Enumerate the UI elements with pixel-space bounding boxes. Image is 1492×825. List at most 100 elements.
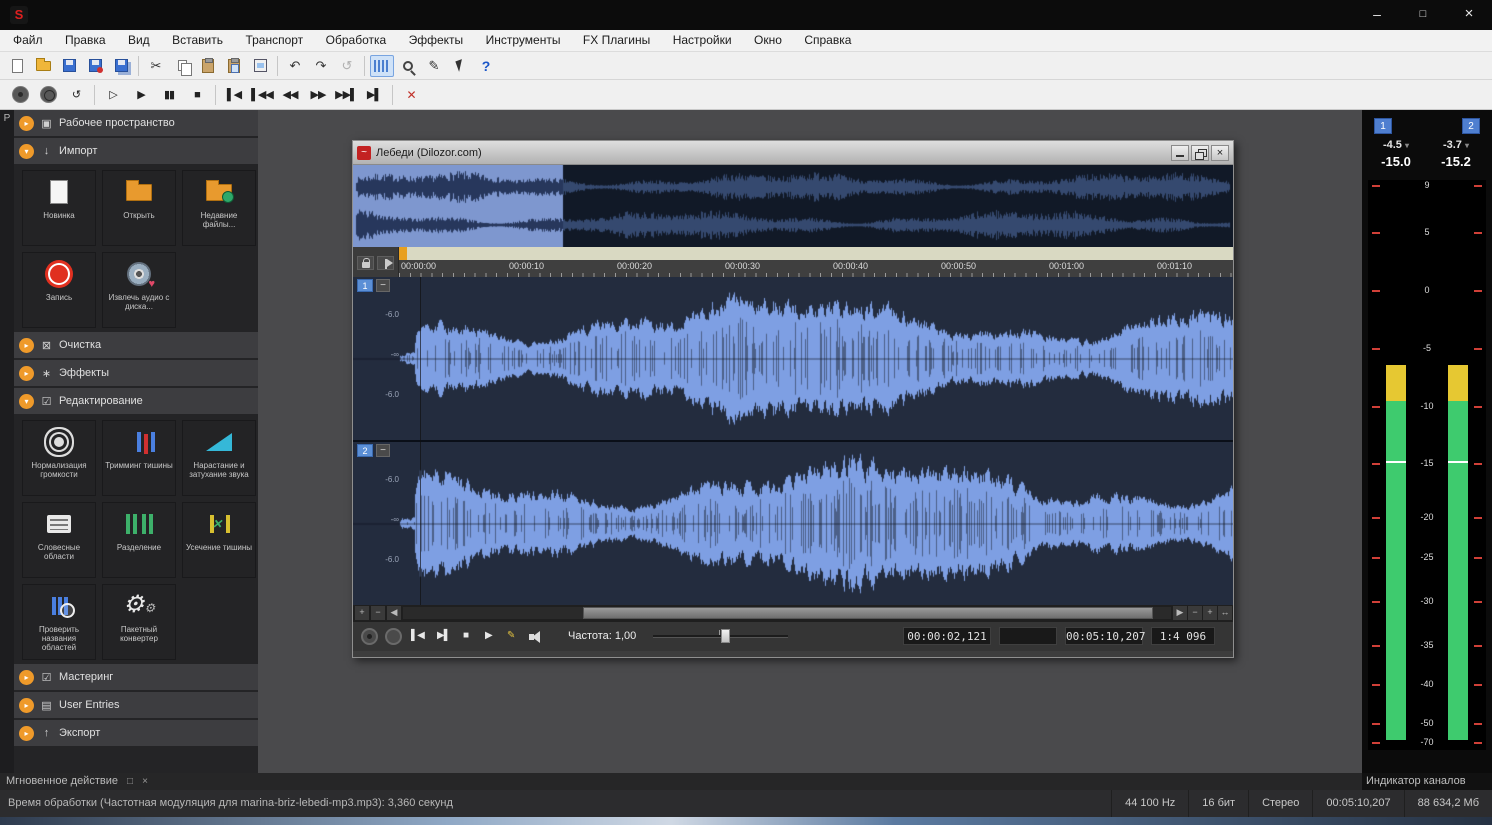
loop-playback-button[interactable]: ↺ bbox=[63, 83, 89, 107]
tile-extract-cd[interactable]: Извлечь аудио с диска... bbox=[102, 252, 176, 328]
tile-new-file[interactable]: Новинка bbox=[22, 170, 96, 246]
zoom-tool-button[interactable] bbox=[396, 55, 420, 77]
window-minimize-button[interactable]: – bbox=[1354, 0, 1400, 30]
menu-edit[interactable]: Правка bbox=[56, 30, 115, 51]
doc-go-to-start-button[interactable]: ▌◀ bbox=[411, 630, 425, 641]
document-title-bar[interactable]: ~ Лебеди (Dilozor.com) × bbox=[353, 141, 1233, 165]
doc-go-to-end-button[interactable]: ▶▌ bbox=[437, 630, 451, 641]
tile-check-region-names[interactable]: Проверить названия областей bbox=[22, 584, 96, 660]
sidebar-edge-tab[interactable]: Р bbox=[0, 110, 14, 773]
sidebar-section-import[interactable]: ▾ ↓ Импорт bbox=[14, 138, 258, 164]
menu-help[interactable]: Справка bbox=[795, 30, 860, 51]
save-as-button[interactable] bbox=[83, 55, 107, 77]
save-button[interactable] bbox=[57, 55, 81, 77]
tile-split[interactable]: Разделение bbox=[102, 502, 176, 578]
menu-transport[interactable]: Транспорт bbox=[236, 30, 312, 51]
channel2-waveform[interactable] bbox=[353, 442, 1233, 605]
meter-peak-left[interactable]: -4.5 ▾ bbox=[1370, 139, 1422, 151]
mix-paste-button[interactable] bbox=[222, 55, 246, 77]
overview-waveform[interactable] bbox=[353, 165, 1233, 247]
lock-button[interactable] bbox=[357, 256, 374, 270]
undo-button[interactable]: ↶ bbox=[283, 55, 307, 77]
sidebar-section-mastering[interactable]: ▸ ☑ Мастеринг bbox=[14, 664, 258, 690]
pane-restore-button[interactable]: □ bbox=[127, 774, 133, 790]
meter-tab-1[interactable]: 1 bbox=[1374, 118, 1392, 134]
channel1-tab[interactable]: 1 bbox=[357, 279, 373, 292]
loop-region-bar[interactable] bbox=[399, 247, 1233, 260]
doc-play-button[interactable]: ▶ bbox=[485, 630, 493, 641]
window-close-button[interactable]: × bbox=[1446, 0, 1492, 30]
channel1-minimize-button[interactable]: − bbox=[376, 279, 390, 292]
tile-recent-files[interactable]: Недавние файлы... bbox=[182, 170, 256, 246]
open-button[interactable] bbox=[31, 55, 55, 77]
redo-button[interactable]: ↷ bbox=[309, 55, 333, 77]
sidebar-section-editing[interactable]: ▾ ☑ Редактирование bbox=[14, 388, 258, 414]
rewind-button[interactable]: ◀◀ bbox=[277, 83, 303, 107]
channel2-minimize-button[interactable]: − bbox=[376, 444, 390, 457]
go-to-end-button[interactable]: ▶▌ bbox=[361, 83, 387, 107]
cut-button[interactable]: ✂ bbox=[144, 55, 168, 77]
doc-record-button[interactable] bbox=[385, 628, 402, 645]
waveform-display-button[interactable] bbox=[370, 54, 394, 77]
save-all-button[interactable] bbox=[109, 55, 133, 77]
zoom-in-button[interactable]: + bbox=[355, 606, 369, 620]
play-button[interactable]: ▶ bbox=[128, 83, 154, 107]
status-length[interactable]: 00:05:10,207 bbox=[1312, 790, 1403, 817]
play-all-button[interactable]: ▷ bbox=[100, 83, 126, 107]
cursor-time-field[interactable]: 00:00:02,121 bbox=[903, 627, 991, 645]
menu-file[interactable]: Файл bbox=[4, 30, 52, 51]
go-to-start-button[interactable]: ▌◀ bbox=[221, 83, 247, 107]
pencil-tool-button[interactable]: ✎ bbox=[422, 55, 446, 77]
zoom-in-time-button[interactable]: + bbox=[1203, 606, 1217, 620]
menu-window[interactable]: Окно bbox=[745, 30, 791, 51]
trim-button[interactable] bbox=[248, 55, 272, 77]
scrollbar-track[interactable] bbox=[403, 607, 1171, 619]
stop-button[interactable]: ■ bbox=[184, 83, 210, 107]
doc-restore-button[interactable] bbox=[1191, 144, 1209, 161]
menu-effects[interactable]: Эффекты bbox=[400, 30, 473, 51]
tile-truncate-silence[interactable]: Усечение тишины bbox=[182, 502, 256, 578]
sidebar-section-cleanup[interactable]: ▸ ⊠ Очистка bbox=[14, 332, 258, 358]
menu-insert[interactable]: Вставить bbox=[163, 30, 232, 51]
help-button[interactable]: ? bbox=[474, 55, 498, 77]
zoom-out-button[interactable]: − bbox=[371, 606, 385, 620]
tile-record[interactable]: Запись bbox=[22, 252, 96, 328]
time-ruler[interactable]: 00:00:00 00:00:10 00:00:20 00:00:30 00:0… bbox=[399, 260, 1233, 277]
doc-pencil-button[interactable]: ✎ bbox=[507, 630, 515, 641]
scrollbar-thumb[interactable] bbox=[583, 607, 1153, 619]
menu-tools[interactable]: Инструменты bbox=[477, 30, 570, 51]
pane-close-button[interactable]: × bbox=[142, 774, 148, 790]
sidebar-section-workspace[interactable]: ▸ ▣ Рабочее пространство bbox=[14, 110, 258, 136]
doc-close-button[interactable]: × bbox=[1211, 144, 1229, 161]
channel2-tab[interactable]: 2 bbox=[357, 444, 373, 457]
pause-button[interactable]: ▮▮ bbox=[156, 83, 182, 107]
status-sample-rate[interactable]: 44 100 Hz bbox=[1111, 790, 1188, 817]
selection-time-field[interactable] bbox=[999, 627, 1057, 645]
meter-tab-2[interactable]: 2 bbox=[1462, 118, 1480, 134]
remote-record-button[interactable] bbox=[7, 83, 33, 107]
forward-button[interactable]: ▶▶ bbox=[305, 83, 331, 107]
doc-remote-record-button[interactable] bbox=[361, 628, 378, 645]
total-time-field[interactable]: 00:05:10,207 bbox=[1065, 627, 1145, 645]
menu-view[interactable]: Вид bbox=[119, 30, 159, 51]
slider-thumb[interactable] bbox=[721, 629, 730, 643]
zoom-ratio-field[interactable]: 1:4 096 bbox=[1151, 627, 1215, 645]
new-file-button[interactable] bbox=[5, 55, 29, 77]
menu-process[interactable]: Обработка bbox=[317, 30, 396, 51]
doc-minimize-button[interactable] bbox=[1171, 144, 1189, 161]
monitor-speaker-button[interactable] bbox=[529, 631, 543, 643]
prev-marker-button[interactable]: ▌◀◀ bbox=[249, 83, 275, 107]
menu-options[interactable]: Настройки bbox=[664, 30, 741, 51]
menu-fx-plugins[interactable]: FX Плагины bbox=[574, 30, 659, 51]
scroll-right-button[interactable]: ▶ bbox=[1173, 606, 1187, 620]
next-marker-button[interactable]: ▶▶▌ bbox=[333, 83, 359, 107]
status-size[interactable]: 88 634,2 Мб bbox=[1403, 790, 1492, 817]
tile-fade[interactable]: Нарастание и затухание звука bbox=[182, 420, 256, 496]
tile-normalize[interactable]: Нормализация громкости bbox=[22, 420, 96, 496]
tile-word-regions[interactable]: Словесные области bbox=[22, 502, 96, 578]
sidebar-section-user-entries[interactable]: ▸ ▤ User Entries bbox=[14, 692, 258, 718]
rewind-button[interactable]: ↺ bbox=[335, 55, 359, 77]
status-channels[interactable]: Стерео bbox=[1248, 790, 1312, 817]
scroll-left-button[interactable]: ◀ bbox=[387, 606, 401, 620]
playback-cursor[interactable] bbox=[420, 277, 421, 605]
